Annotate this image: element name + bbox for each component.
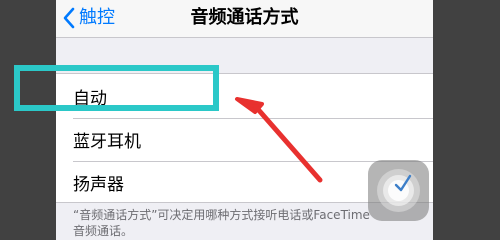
- checkmark-icon: [394, 174, 412, 192]
